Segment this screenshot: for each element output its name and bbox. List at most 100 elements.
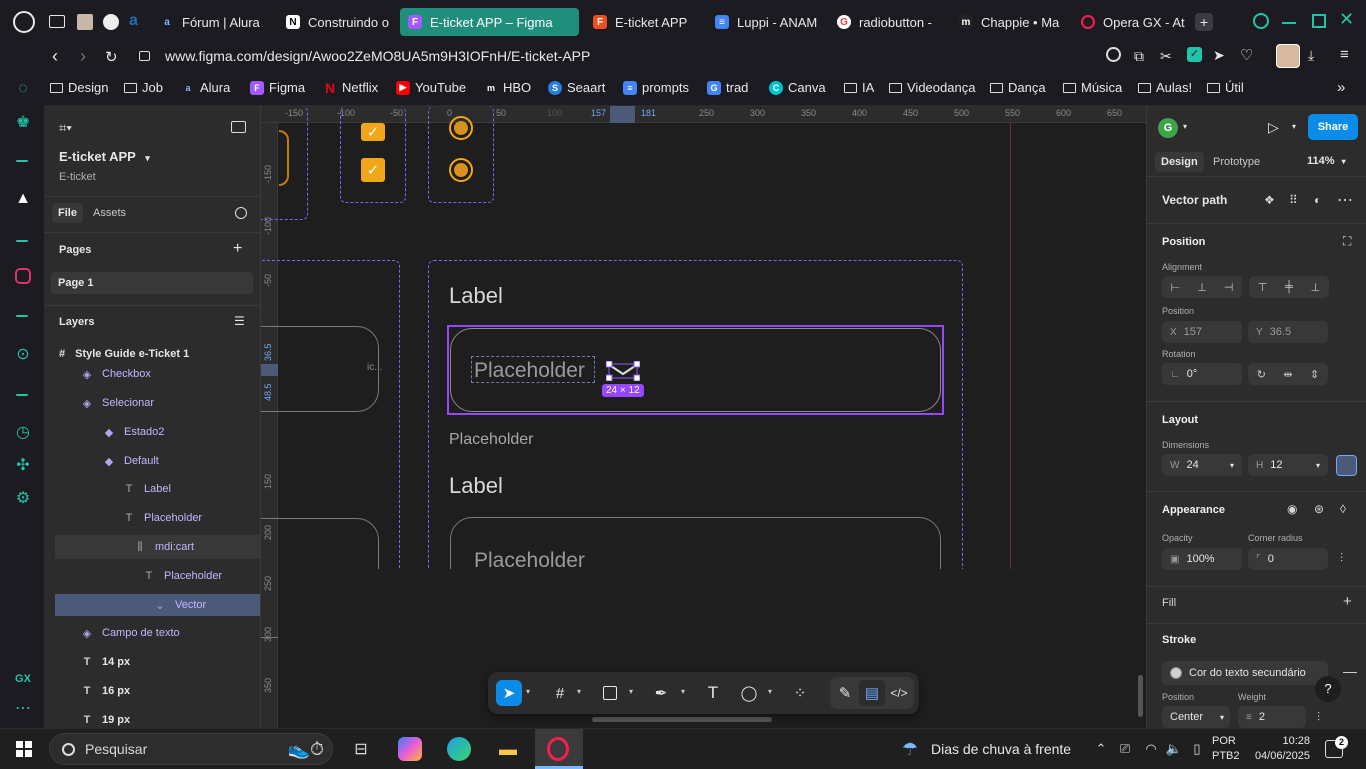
layer-label[interactable]: T Label bbox=[44, 477, 260, 501]
chevron-down-icon[interactable]: ▾ bbox=[1292, 122, 1296, 131]
constrain-proportions-icon[interactable] bbox=[1336, 455, 1357, 476]
align-middle-icon[interactable]: ╪ bbox=[1285, 281, 1293, 293]
extensions-icon[interactable]: ✣ bbox=[14, 457, 32, 475]
transform-group[interactable]: ↻ ⇹ ⇕ bbox=[1248, 363, 1328, 385]
grid-icon[interactable]: ⠿ bbox=[1289, 193, 1298, 207]
bookmark-seaart[interactable]: S Seaart bbox=[548, 80, 605, 95]
search-tabs-icon[interactable] bbox=[1253, 13, 1269, 29]
frame-layer[interactable]: # Style Guide e-Ticket 1 bbox=[59, 348, 189, 360]
weather-text[interactable]: Dias de chuva à frente bbox=[931, 741, 1071, 757]
heart-icon[interactable]: ♡ bbox=[1240, 46, 1253, 64]
checkbox-checked[interactable]: ✓ bbox=[361, 158, 385, 182]
dev-mode-button[interactable]: </> bbox=[886, 680, 912, 706]
more-options-icon[interactable]: ⋯ bbox=[1337, 190, 1353, 210]
layer-default[interactable]: ◆ Default bbox=[44, 449, 260, 473]
close-window-button[interactable]: ✕ bbox=[1339, 9, 1354, 30]
toggle-sidebar-icon[interactable] bbox=[231, 121, 246, 133]
component-icon[interactable]: ❖ bbox=[1264, 193, 1275, 207]
draw-mode-button[interactable]: ✎ bbox=[832, 680, 858, 706]
tab-file[interactable]: File bbox=[52, 203, 83, 223]
layer-mdi-cart[interactable]: ⫼ mdi:cart bbox=[55, 535, 260, 559]
pinned-tab-2[interactable] bbox=[103, 14, 119, 30]
stroke-position-dropdown[interactable]: Center ▾ bbox=[1162, 706, 1230, 728]
stroke-settings-icon[interactable]: ⫶ bbox=[1317, 710, 1320, 725]
layer-selecionar[interactable]: ◈ Selecionar bbox=[44, 391, 260, 415]
stroke-weight-field[interactable]: ≡ 2 bbox=[1238, 706, 1306, 728]
tab-notion[interactable]: N Construindo o bbox=[278, 8, 396, 36]
file-explorer-icon[interactable]: ▬ bbox=[496, 737, 520, 761]
frame-tool-button[interactable]: # bbox=[547, 680, 573, 706]
height-field[interactable]: H 12 ▾ bbox=[1248, 454, 1328, 476]
edge-icon[interactable] bbox=[447, 737, 471, 761]
pen-tool-button[interactable]: ✒ bbox=[648, 680, 674, 706]
help-button[interactable]: ? bbox=[1315, 676, 1341, 702]
aria-ai-icon[interactable]: ▲ bbox=[14, 190, 32, 208]
more-icon[interactable]: ⋯ bbox=[14, 700, 32, 718]
back-button[interactable]: ‹ bbox=[52, 46, 58, 67]
windows-start-icon[interactable] bbox=[16, 741, 32, 757]
wifi-icon[interactable]: ◠ bbox=[1139, 737, 1163, 761]
bookmark-netflix[interactable]: N Netflix bbox=[323, 80, 378, 96]
tab-assets[interactable]: Assets bbox=[93, 207, 126, 219]
comment-tool-button[interactable]: ◯ bbox=[736, 680, 762, 706]
volume-icon[interactable]: 🔈 bbox=[1162, 737, 1186, 761]
layer-estado2[interactable]: ◆ Estado2 bbox=[44, 420, 260, 444]
helper-placeholder-text[interactable]: Placeholder bbox=[449, 431, 534, 449]
shape-tool-button[interactable] bbox=[597, 680, 623, 706]
stroke-color-style[interactable]: Cor do texto secundário bbox=[1162, 661, 1328, 685]
layer-placeholder[interactable]: T Placeholder bbox=[44, 506, 260, 530]
align-center-h-icon[interactable]: ⊥ bbox=[1197, 281, 1207, 294]
drop-icon[interactable]: ◊ bbox=[1340, 502, 1346, 516]
opacity-field[interactable]: ▣ 100% bbox=[1162, 548, 1242, 570]
bookmark-design[interactable]: Design bbox=[50, 80, 108, 95]
page-item-page1[interactable]: Page 1 bbox=[51, 272, 253, 294]
language-indicator[interactable]: POR PTB2 bbox=[1212, 734, 1240, 764]
vpn-shield-icon[interactable]: ✓ bbox=[1187, 47, 1202, 62]
horizontal-scrollbar[interactable] bbox=[592, 717, 772, 722]
rotation-field[interactable]: ∟ 0° bbox=[1162, 363, 1242, 385]
avatar[interactable]: G bbox=[1158, 118, 1178, 138]
move-tool-button[interactable]: ➤ bbox=[496, 680, 522, 706]
clock[interactable]: 10:28 04/06/2025 bbox=[1246, 734, 1310, 764]
vertical-scrollbar[interactable] bbox=[1138, 675, 1143, 717]
zoom-dropdown[interactable]: 114% ▾ bbox=[1307, 155, 1346, 167]
opera-icon[interactable] bbox=[547, 737, 569, 761]
url-field[interactable]: www.figma.com/design/Awoo2ZeMO8UA5m9H3IO… bbox=[165, 48, 590, 64]
tab-prototype[interactable]: Prototype bbox=[1213, 156, 1260, 168]
copilot-icon[interactable] bbox=[398, 737, 422, 761]
flip-horizontal-icon[interactable]: ⇹ bbox=[1283, 368, 1292, 381]
main-menu-icon[interactable]: ⌗▾ bbox=[59, 120, 72, 136]
layer-campo-de-texto[interactable]: ◈ Campo de texto bbox=[44, 621, 260, 645]
label-text[interactable]: Label bbox=[449, 283, 503, 309]
bookmark-aulas[interactable]: Aulas! bbox=[1138, 80, 1192, 95]
align-bottom-icon[interactable]: ⊥ bbox=[1311, 281, 1321, 294]
pinned-tab-3[interactable]: a bbox=[129, 12, 145, 30]
pinned-tab-1[interactable] bbox=[77, 14, 93, 30]
snapshot-icon[interactable]: ⧉ bbox=[1134, 48, 1144, 65]
bookmark-trad[interactable]: Gtrad bbox=[707, 80, 748, 95]
bookmark-alura[interactable]: a Alura bbox=[181, 80, 230, 95]
chevron-down-icon[interactable]: ▾ bbox=[1183, 122, 1187, 131]
layer-16px[interactable]: T 16 px bbox=[44, 679, 260, 703]
share-button[interactable]: Share bbox=[1308, 114, 1358, 140]
fit-icon[interactable]: ⛶ bbox=[1343, 234, 1351, 249]
collapse-layers-icon[interactable]: ☰ bbox=[234, 314, 245, 328]
tab-preview-icon[interactable] bbox=[49, 15, 65, 28]
align-left-icon[interactable]: ⊢ bbox=[1171, 281, 1181, 294]
corner-radius-field[interactable]: ⌜ 0 bbox=[1248, 548, 1328, 570]
add-page-button[interactable]: + bbox=[233, 240, 242, 258]
maximize-button[interactable] bbox=[1312, 14, 1326, 28]
minimize-button[interactable] bbox=[1282, 22, 1296, 24]
align-right-icon[interactable]: ⊣ bbox=[1224, 281, 1234, 294]
blend-icon[interactable]: ⊛ bbox=[1314, 502, 1324, 516]
profile-avatar[interactable] bbox=[1276, 44, 1300, 68]
battery-icon[interactable]: ▯ bbox=[1185, 737, 1209, 761]
forward-button[interactable]: › bbox=[80, 46, 86, 67]
text-tool-button[interactable]: T bbox=[700, 680, 726, 706]
bookmark-danca[interactable]: Dança bbox=[990, 80, 1046, 95]
chevron-up-icon[interactable]: ⌃ bbox=[1089, 737, 1113, 761]
download-icon[interactable]: ⤓ bbox=[1308, 47, 1314, 64]
player-icon[interactable]: ⊙ bbox=[14, 346, 32, 364]
checkbox-checked[interactable]: ✓ bbox=[361, 123, 385, 141]
gx-icon[interactable]: GX bbox=[14, 670, 32, 688]
